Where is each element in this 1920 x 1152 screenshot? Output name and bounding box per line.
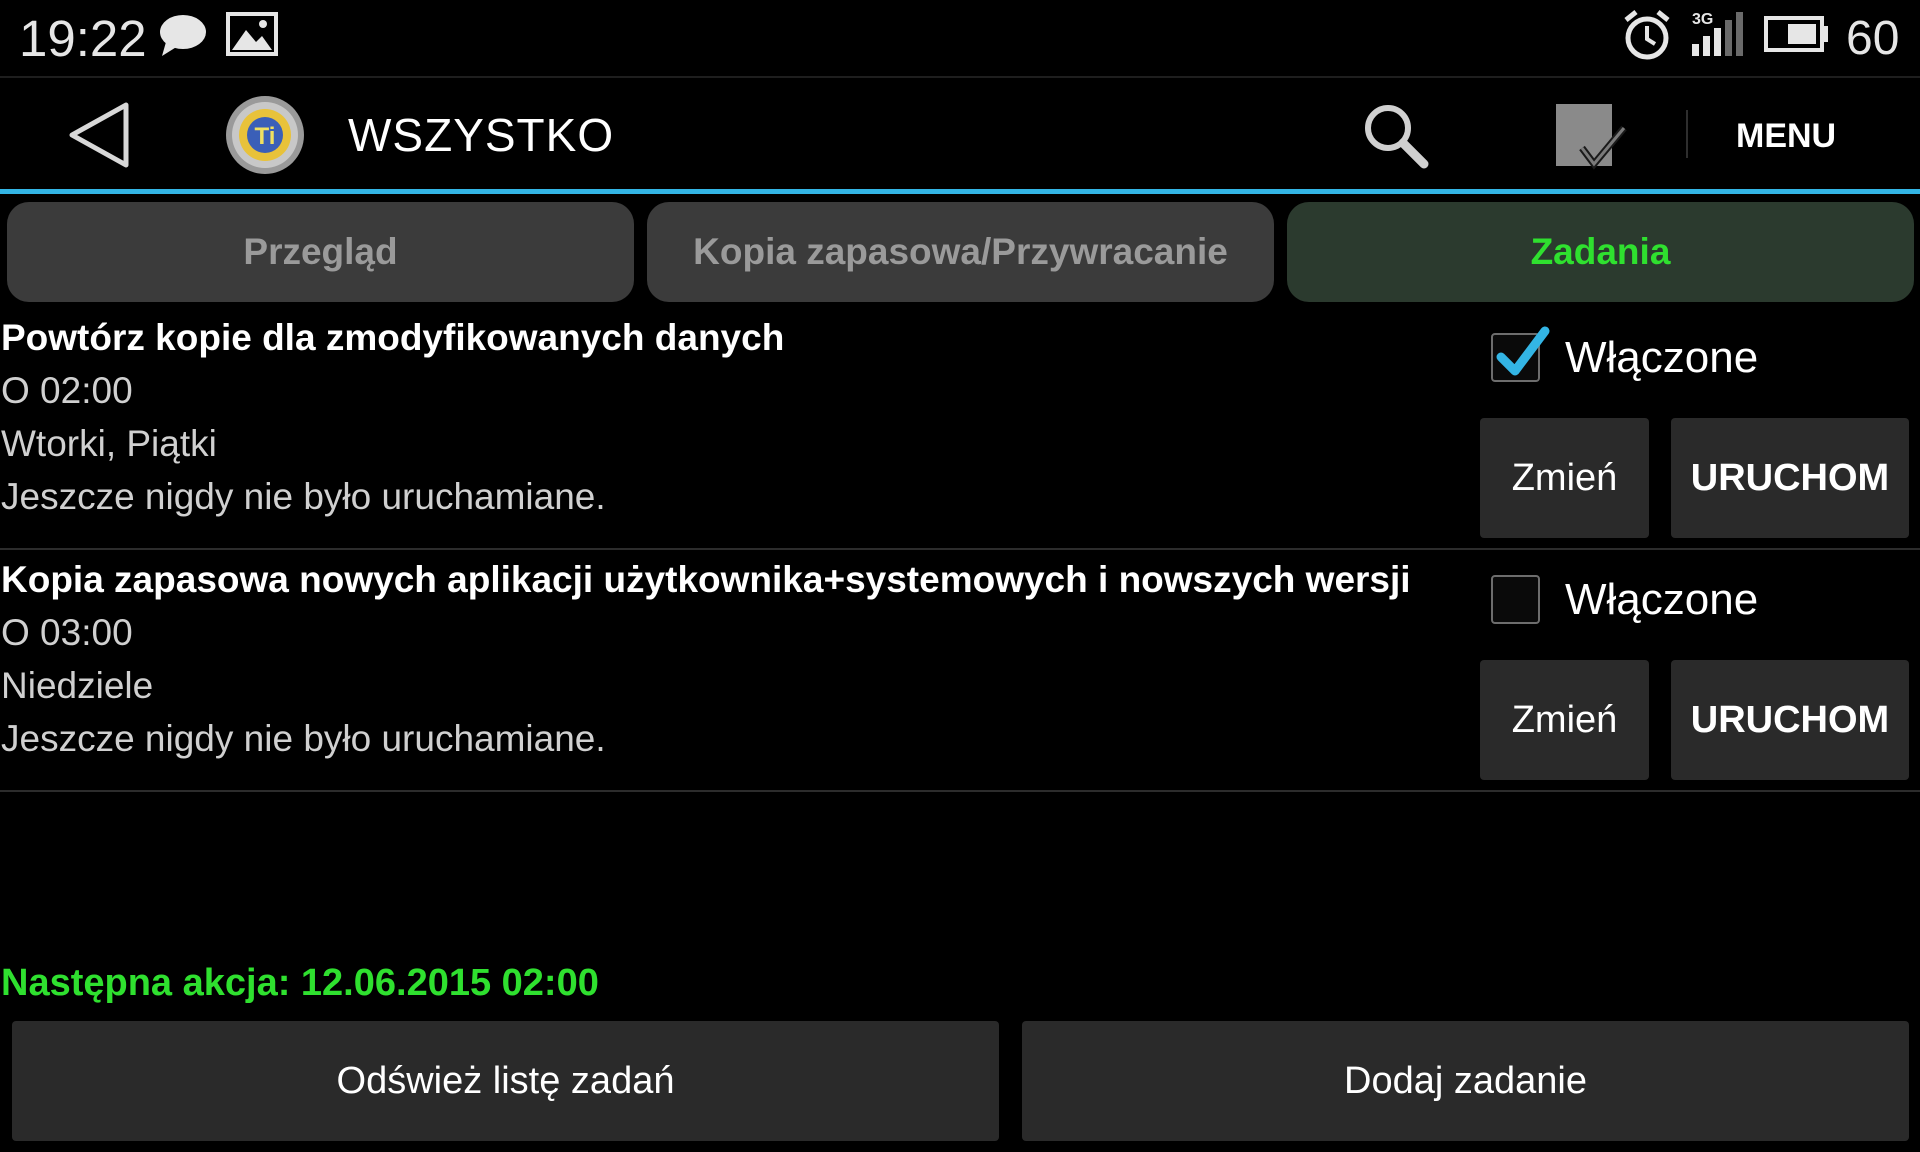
task-enabled-label: Włączone [1565, 333, 1759, 382]
checkmark-icon [1496, 326, 1550, 376]
task-enabled-checkbox-checked[interactable] [1491, 326, 1550, 382]
task-enabled-label: Włączone [1565, 575, 1759, 624]
menu-button[interactable]: MENU [1736, 116, 1836, 156]
action-bar-divider [0, 189, 1920, 194]
refresh-tasks-button[interactable]: Odśwież listę zadań [12, 1021, 999, 1141]
battery-icon [1764, 8, 1830, 65]
tab-overview[interactable]: Przegląd [7, 202, 634, 302]
task-title: Powtórz kopie dla zmodyfikowanych danych [1, 317, 785, 358]
batch-select-icon[interactable] [1552, 100, 1628, 176]
alarm-icon [1622, 8, 1672, 67]
tab-backup-restore[interactable]: Kopia zapasowa/Przywracanie [647, 202, 1274, 302]
next-action-label: Następna akcja: 12.06.2015 02:00 [1, 962, 599, 1004]
app-logo-letters: Ti [255, 123, 276, 150]
task-days: Niedziele [1, 665, 154, 706]
search-icon[interactable] [1360, 100, 1432, 172]
row-divider [0, 548, 1920, 550]
task-time: O 03:00 [1, 612, 133, 653]
back-icon[interactable] [60, 95, 140, 175]
task-status: Jeszcze nigdy nie było uruchamiane. [1, 718, 606, 759]
change-task-button[interactable]: Zmień [1480, 660, 1649, 780]
task-enabled-checkbox[interactable] [1491, 575, 1540, 624]
action-bar-title: WSZYSTKO [348, 109, 615, 161]
tab-tasks[interactable]: Zadania [1287, 202, 1914, 302]
run-task-button[interactable]: URUCHOM [1671, 660, 1909, 780]
svg-text:3G: 3G [1692, 11, 1713, 28]
status-time: 19:22 [19, 10, 147, 67]
tab-backup-restore-label: Kopia zapasowa/Przywracanie [693, 231, 1228, 272]
app-logo-icon: Ti [224, 94, 306, 176]
task-title: Kopia zapasowa nowych aplikacji użytkown… [1, 559, 1411, 600]
add-task-button[interactable]: Dodaj zadanie [1022, 1021, 1909, 1141]
change-task-button[interactable]: Zmień [1480, 418, 1649, 538]
task-status: Jeszcze nigdy nie było uruchamiane. [1, 476, 606, 517]
action-bar-separator [1686, 110, 1688, 158]
tab-overview-label: Przegląd [243, 231, 398, 272]
battery-level: 60 [1846, 12, 1900, 65]
task-days: Wtorki, Piątki [1, 423, 217, 464]
run-task-button[interactable]: URUCHOM [1671, 418, 1909, 538]
screen: 19:22 3G 60 Ti WSZYSTKO MENU Przegląd Ko… [0, 0, 1920, 1152]
row-divider [0, 790, 1920, 792]
tab-tasks-label: Zadania [1530, 231, 1671, 272]
signal-3g-icon: 3G [1690, 8, 1748, 65]
image-icon [226, 12, 278, 61]
status-bar: 19:22 3G 60 [0, 0, 1920, 77]
chat-bubble-icon [158, 12, 208, 63]
task-time: O 02:00 [1, 370, 133, 411]
